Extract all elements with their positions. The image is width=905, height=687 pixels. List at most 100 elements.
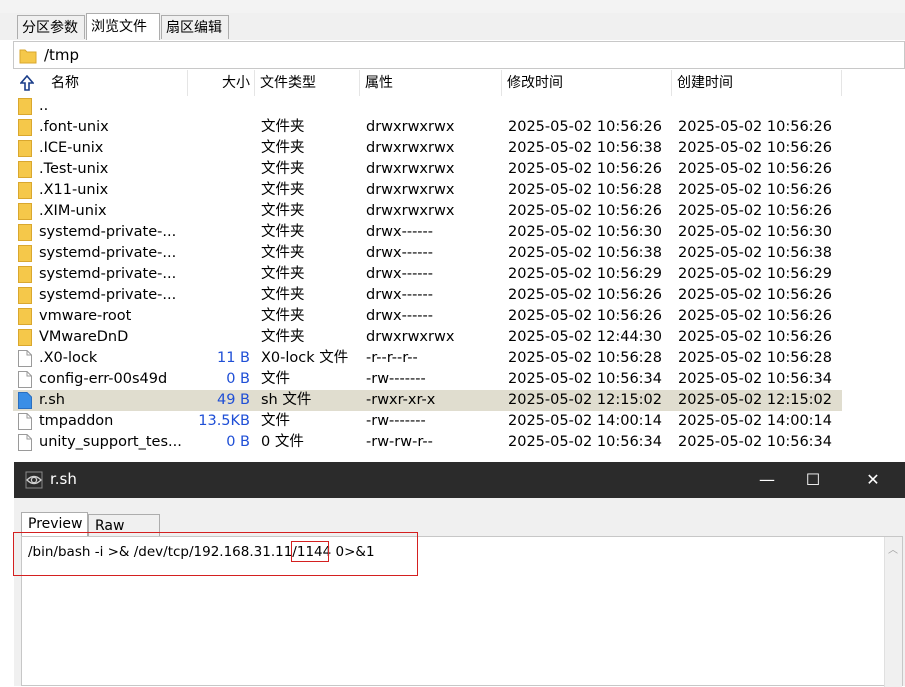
column-name-label: 名称: [51, 75, 79, 91]
table-row[interactable]: .ICE-unix 文件夹 drwxrwxrwx 2025-05-02 10:56:3…: [13, 138, 842, 159]
table-row[interactable]: .XIM-unix 文件夹 drwxrwxrwx 2025-05-02 10:56:2…: [13, 201, 842, 222]
file-attr: drwx------: [366, 245, 433, 261]
table-row[interactable]: VMwareDnD 文件夹 drwxrwxrwx 2025-05-02 12:44:3…: [13, 327, 842, 348]
file-size: [188, 96, 250, 117]
file-mtime: 2025-05-02 10:56:38: [508, 140, 662, 156]
table-row[interactable]: vmware-root 文件夹 drwx------ 2025-05-02 10:56…: [13, 306, 842, 327]
file-name: VMwareDnD: [39, 329, 129, 345]
table-row[interactable]: r.sh 49 B sh 文件 -rwxr-xr-x 2025-05-02 12:15:…: [13, 390, 842, 411]
table-row[interactable]: systemd-private-... 文件夹 drwx------ 2025-05-…: [13, 222, 842, 243]
minimize-button[interactable]: —: [741, 462, 793, 498]
file-ctime: 2025-05-02 10:56:30: [678, 224, 832, 240]
file-mtime: 2025-05-02 12:15:02: [508, 392, 662, 408]
maximize-icon: ☐: [805, 470, 821, 489]
file-attr: [366, 96, 502, 117]
vertical-scrollbar[interactable]: ︿: [884, 537, 902, 687]
file-mtime: 2025-05-02 10:56:34: [508, 434, 662, 450]
file-size: [188, 285, 250, 306]
file-attr: drwxrwxrwx: [366, 182, 455, 198]
file-icon: [18, 434, 32, 451]
column-ctime[interactable]: 创建时间: [672, 70, 842, 96]
tab-partition-params[interactable]: 分区参数: [17, 15, 85, 39]
file-mtime: 2025-05-02 10:56:28: [508, 182, 662, 198]
file-mtime: 2025-05-02 10:56:26: [508, 119, 662, 135]
column-attr[interactable]: 属性: [360, 70, 502, 96]
file-type: 文件: [261, 371, 290, 387]
file-size: [188, 159, 250, 180]
close-button[interactable]: ✕: [847, 462, 899, 498]
column-name[interactable]: 名称: [13, 70, 188, 96]
file-mtime: [508, 96, 672, 117]
file-type: 文件夹: [261, 203, 305, 219]
column-type[interactable]: 文件类型: [255, 70, 360, 96]
column-mtime-label: 修改时间: [507, 75, 563, 91]
table-row[interactable]: .X11-unix 文件夹 drwxrwxrwx 2025-05-02 10:56:2…: [13, 180, 842, 201]
table-row[interactable]: .X0-lock 11 B X0-lock 文件 -r--r--r-- 2025-05-…: [13, 348, 842, 369]
file-list-header: 名称 大小 文件类型 属性 修改时间 创建时间: [13, 70, 905, 96]
table-row[interactable]: systemd-private-... 文件夹 drwx------ 2025-05-…: [13, 264, 842, 285]
file-list[interactable]: 名称 大小 文件类型 属性 修改时间 创建时间 .. .font-unix 文件夹 d…: [13, 70, 905, 454]
path-bar[interactable]: /tmp: [13, 41, 905, 69]
file-attr: drwxrwxrwx: [366, 161, 455, 177]
file-icon: [18, 371, 32, 388]
file-ctime: 2025-05-02 10:56:26: [678, 203, 832, 219]
file-mtime: 2025-05-02 10:56:34: [508, 371, 662, 387]
file-attr: -rw-------: [366, 413, 426, 429]
folder-icon: [18, 224, 32, 241]
file-ctime: 2025-05-02 10:56:26: [678, 287, 832, 303]
file-ctime: 2025-05-02 10:56:34: [678, 371, 832, 387]
column-size[interactable]: 大小: [188, 70, 255, 96]
file-ctime: 2025-05-02 10:56:28: [678, 350, 832, 366]
file-type: 文件夹: [261, 308, 305, 324]
table-row[interactable]: systemd-private-... 文件夹 drwx------ 2025-05-…: [13, 285, 842, 306]
file-name: systemd-private-...: [39, 224, 177, 240]
file-size: [188, 201, 250, 222]
current-path: /tmp: [44, 46, 80, 64]
file-size: [188, 180, 250, 201]
file-attr: drwxrwxrwx: [366, 140, 455, 156]
file-mtime: 2025-05-02 10:56:28: [508, 350, 662, 366]
file-size: [188, 222, 250, 243]
folder-icon: [18, 245, 32, 262]
file-type: 文件夹: [261, 140, 305, 156]
file-ctime: [678, 96, 842, 117]
file-size: 11 B: [216, 350, 250, 366]
folder-icon: [18, 119, 32, 136]
file-ctime: 2025-05-02 10:56:26: [678, 119, 832, 135]
file-mtime: 2025-05-02 10:56:38: [508, 245, 662, 261]
folder-icon: [18, 203, 32, 220]
scroll-up-arrow-icon[interactable]: ︿: [888, 541, 898, 556]
file-ctime: 2025-05-02 10:56:26: [678, 161, 832, 177]
file-size: [188, 327, 250, 348]
file-icon: [18, 413, 32, 430]
folder-icon: [18, 182, 32, 199]
tab-sector-edit[interactable]: 扇区编辑: [161, 15, 229, 39]
table-row[interactable]: tmpaddon 13.5KB 文件 -rw------- 2025-05-02 14:…: [13, 411, 842, 432]
table-row[interactable]: .font-unix 文件夹 drwxrwxrwx 2025-05-02 10:56:…: [13, 117, 842, 138]
file-name: .font-unix: [39, 119, 109, 135]
column-type-label: 文件类型: [260, 75, 316, 91]
file-attr: drwx------: [366, 287, 433, 303]
file-size: [188, 264, 250, 285]
table-row[interactable]: .Test-unix 文件夹 drwxrwxrwx 2025-05-02 10:56:…: [13, 159, 842, 180]
table-row[interactable]: systemd-private-... 文件夹 drwx------ 2025-05-…: [13, 243, 842, 264]
file-mtime: 2025-05-02 12:44:30: [508, 329, 662, 345]
table-row[interactable]: ..: [13, 96, 842, 117]
column-size-label: 大小: [222, 75, 250, 91]
file-mtime: 2025-05-02 10:56:26: [508, 287, 662, 303]
file-size: 0 B: [226, 371, 250, 387]
preview-titlebar[interactable]: r.sh — ☐ ✕: [14, 462, 905, 498]
maximize-button[interactable]: ☐: [787, 462, 839, 498]
close-icon: ✕: [866, 470, 880, 489]
file-type: 文件夹: [261, 182, 305, 198]
sort-up-arrow-icon: [20, 75, 34, 91]
table-row[interactable]: unity_support_tes... 0 B 0 文件 -rw-rw-r-- 202…: [13, 432, 842, 453]
file-attr: -rw-------: [366, 371, 426, 387]
file-name: config-err-00s49d: [39, 371, 168, 387]
file-type: 文件夹: [261, 245, 305, 261]
table-row[interactable]: config-err-00s49d 0 B 文件 -rw------- 2025-05-…: [13, 369, 842, 390]
file-attr: drwx------: [366, 308, 433, 324]
preview-eye-icon: [25, 471, 43, 489]
tab-browse-files[interactable]: 浏览文件: [86, 13, 160, 40]
column-mtime[interactable]: 修改时间: [502, 70, 672, 96]
